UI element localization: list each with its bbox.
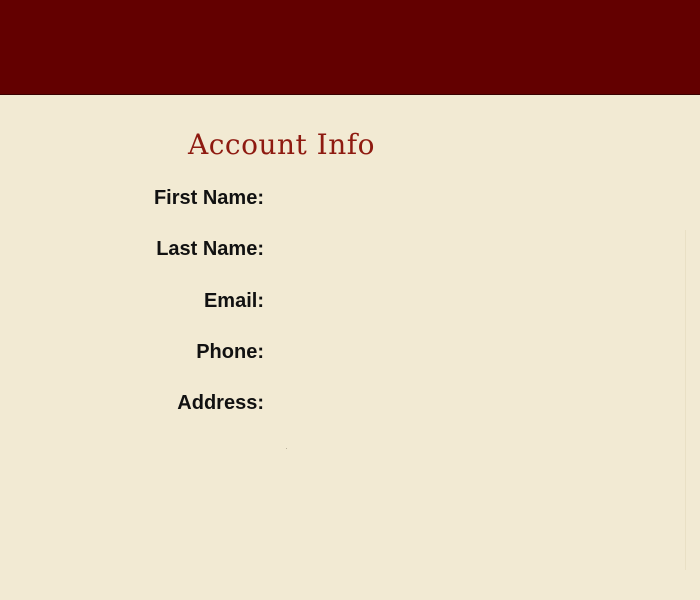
last-name-label: Last Name: bbox=[156, 238, 264, 260]
stray-dot-mark bbox=[286, 448, 287, 449]
phone-label: Phone: bbox=[196, 341, 264, 363]
address-label: Address: bbox=[177, 392, 264, 414]
account-info-panel bbox=[0, 95, 700, 600]
panel-divider bbox=[685, 230, 686, 570]
first-name-label: First Name: bbox=[153, 187, 264, 209]
email-label: Email: bbox=[203, 290, 264, 312]
top-banner bbox=[0, 0, 700, 95]
page-title: Account Info bbox=[188, 128, 375, 161]
